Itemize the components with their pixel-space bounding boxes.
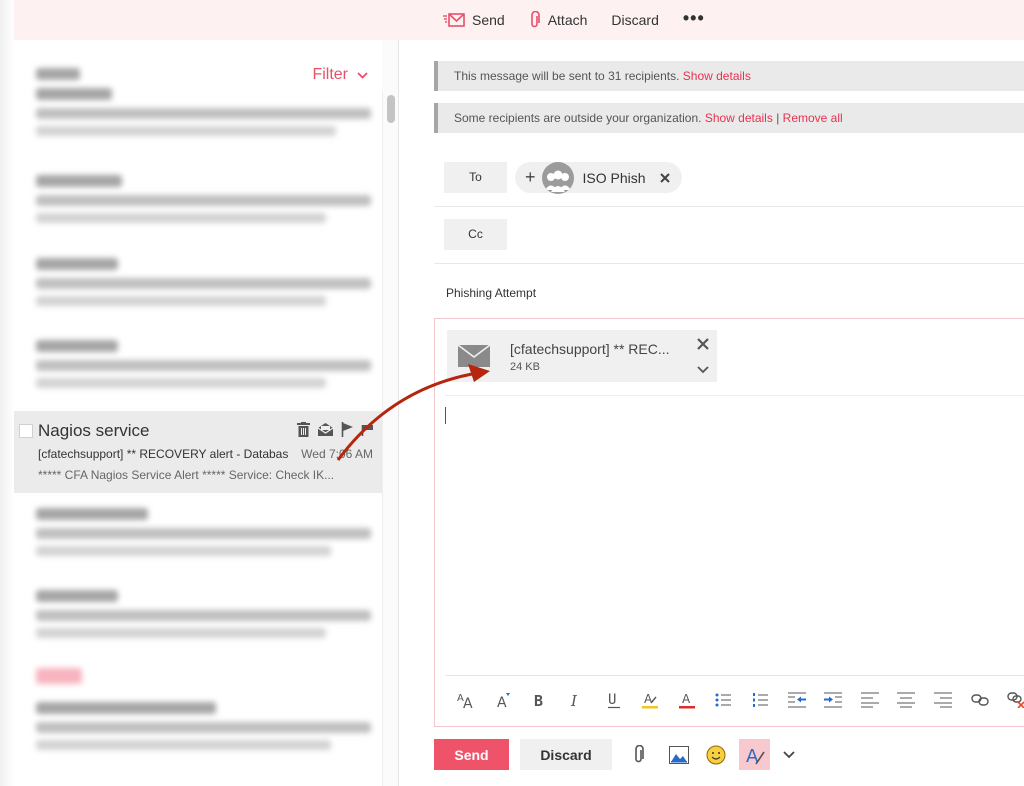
more-actions-button[interactable]: ••• xyxy=(683,8,705,29)
list-item[interactable] xyxy=(36,590,376,638)
list-item[interactable] xyxy=(36,175,376,223)
cc-field-row[interactable]: Cc xyxy=(434,207,1024,264)
send-button[interactable]: Send xyxy=(434,739,509,770)
selected-list-item[interactable]: Nagios service [cfatechsupport] ** RECOV… xyxy=(8,411,382,493)
svg-text:A: A xyxy=(463,696,473,709)
list-item[interactable] xyxy=(36,340,376,388)
to-field-row: To + ISO Phish xyxy=(434,150,1024,207)
delete-icon[interactable] xyxy=(297,422,310,437)
attachment-name: [cfatechsupport] ** REC... xyxy=(510,341,670,357)
recipients-info-text: This message will be sent to 31 recipien… xyxy=(454,69,683,83)
insert-picture-icon[interactable] xyxy=(669,745,689,764)
bold-icon[interactable]: B xyxy=(522,691,559,709)
message-body-editor[interactable]: [cfatechsupport] ** REC... 24 KB AA A B … xyxy=(434,318,1024,727)
highlight-icon[interactable]: A xyxy=(632,691,669,709)
recipients-info-bar: This message will be sent to 31 recipien… xyxy=(434,61,1024,91)
send-mail-icon xyxy=(443,13,465,27)
message-subject: [cfatechsupport] ** RECOVERY alert - Dat… xyxy=(38,447,288,461)
message-list-pane: Filter Nagios service [cfatechsupport] *… xyxy=(0,40,398,786)
numbering-icon[interactable] xyxy=(742,692,779,708)
align-center-icon[interactable] xyxy=(888,692,925,708)
decrease-indent-icon[interactable] xyxy=(778,692,815,708)
compose-pane: This message will be sent to 31 recipien… xyxy=(398,40,1024,786)
pin-icon[interactable] xyxy=(361,422,374,437)
link-icon[interactable] xyxy=(961,693,998,707)
svg-text:B: B xyxy=(534,692,543,709)
mark-read-icon[interactable] xyxy=(317,422,334,437)
attach-file-icon[interactable] xyxy=(632,744,646,765)
svg-text:A: A xyxy=(644,692,653,706)
send-command[interactable]: Send xyxy=(443,12,505,28)
group-avatar-icon xyxy=(541,161,574,194)
format-toolbar-divider xyxy=(445,675,1024,676)
font-size-icon[interactable]: AA xyxy=(449,691,486,709)
to-button[interactable]: To xyxy=(444,162,507,193)
text-cursor xyxy=(445,407,446,424)
attachment-divider xyxy=(445,395,1024,396)
send-command-label: Send xyxy=(472,12,505,28)
remove-attachment-icon[interactable] xyxy=(697,337,709,355)
format-text-icon[interactable]: A xyxy=(739,739,770,770)
envelope-icon xyxy=(457,344,491,372)
scrollbar-thumb[interactable] xyxy=(387,95,395,123)
align-right-icon[interactable] xyxy=(925,692,962,708)
external-info-text: Some recipients are outside your organiz… xyxy=(454,111,705,125)
show-details-link-external[interactable]: Show details xyxy=(705,111,773,125)
svg-text:I: I xyxy=(570,692,578,709)
underline-icon[interactable]: U xyxy=(595,691,632,709)
remove-recipient-icon[interactable] xyxy=(659,172,670,183)
increase-indent-icon[interactable] xyxy=(815,692,852,708)
attach-command[interactable]: Attach xyxy=(529,11,588,29)
message-preview: ***** CFA Nagios Service Alert ***** Ser… xyxy=(38,468,335,482)
font-color-icon[interactable]: A xyxy=(669,691,706,709)
compose-footer: Send Discard A xyxy=(434,739,795,770)
sender-name: Nagios service xyxy=(38,421,150,440)
recipient-chip[interactable]: + ISO Phish xyxy=(515,161,682,194)
command-bar: Send Attach Discard ••• xyxy=(0,0,1024,40)
paperclip-icon xyxy=(529,11,541,29)
remove-link-icon[interactable] xyxy=(998,692,1024,708)
external-recipients-bar: Some recipients are outside your organiz… xyxy=(434,103,1024,133)
emoji-icon[interactable] xyxy=(706,745,726,765)
remove-all-link[interactable]: Remove all xyxy=(783,111,843,125)
chevron-down-icon[interactable] xyxy=(697,361,709,379)
more-options-chevron-icon[interactable] xyxy=(783,750,795,759)
list-scrollbar[interactable] xyxy=(382,92,398,786)
expand-group-button[interactable]: + xyxy=(525,167,536,188)
command-actions: Send Attach Discard ••• xyxy=(443,0,705,40)
discard-button[interactable]: Discard xyxy=(520,739,612,770)
link-separator: | xyxy=(772,111,783,125)
align-left-icon[interactable] xyxy=(852,692,889,708)
svg-text:U: U xyxy=(608,692,616,708)
grow-font-icon[interactable]: A xyxy=(486,691,523,709)
quick-actions xyxy=(297,422,374,437)
discard-command[interactable]: Discard xyxy=(611,12,658,28)
select-checkbox[interactable] xyxy=(19,424,33,438)
svg-text:A: A xyxy=(497,695,507,709)
category-tag xyxy=(36,668,82,684)
formatting-toolbar: AA A B I U A A xyxy=(449,691,1024,709)
list-item[interactable] xyxy=(36,258,376,306)
show-details-link[interactable]: Show details xyxy=(683,69,751,83)
svg-text:A: A xyxy=(682,692,691,706)
attachment-card[interactable]: [cfatechsupport] ** REC... 24 KB xyxy=(447,330,717,382)
list-item[interactable] xyxy=(36,508,376,556)
left-edge-shadow xyxy=(0,0,14,786)
recipient-name: ISO Phish xyxy=(582,169,646,186)
bullets-icon[interactable] xyxy=(705,692,742,708)
list-item[interactable] xyxy=(36,702,376,750)
attachment-size: 24 KB xyxy=(510,361,540,373)
italic-icon[interactable]: I xyxy=(559,691,596,709)
cc-button[interactable]: Cc xyxy=(444,219,507,250)
subject-field[interactable]: Phishing Attempt xyxy=(446,286,536,300)
message-date: Wed 7:06 AM xyxy=(301,447,373,461)
list-item[interactable] xyxy=(36,68,376,136)
flag-icon[interactable] xyxy=(341,422,354,437)
discard-command-label: Discard xyxy=(611,12,659,28)
attach-command-label: Attach xyxy=(547,12,588,28)
